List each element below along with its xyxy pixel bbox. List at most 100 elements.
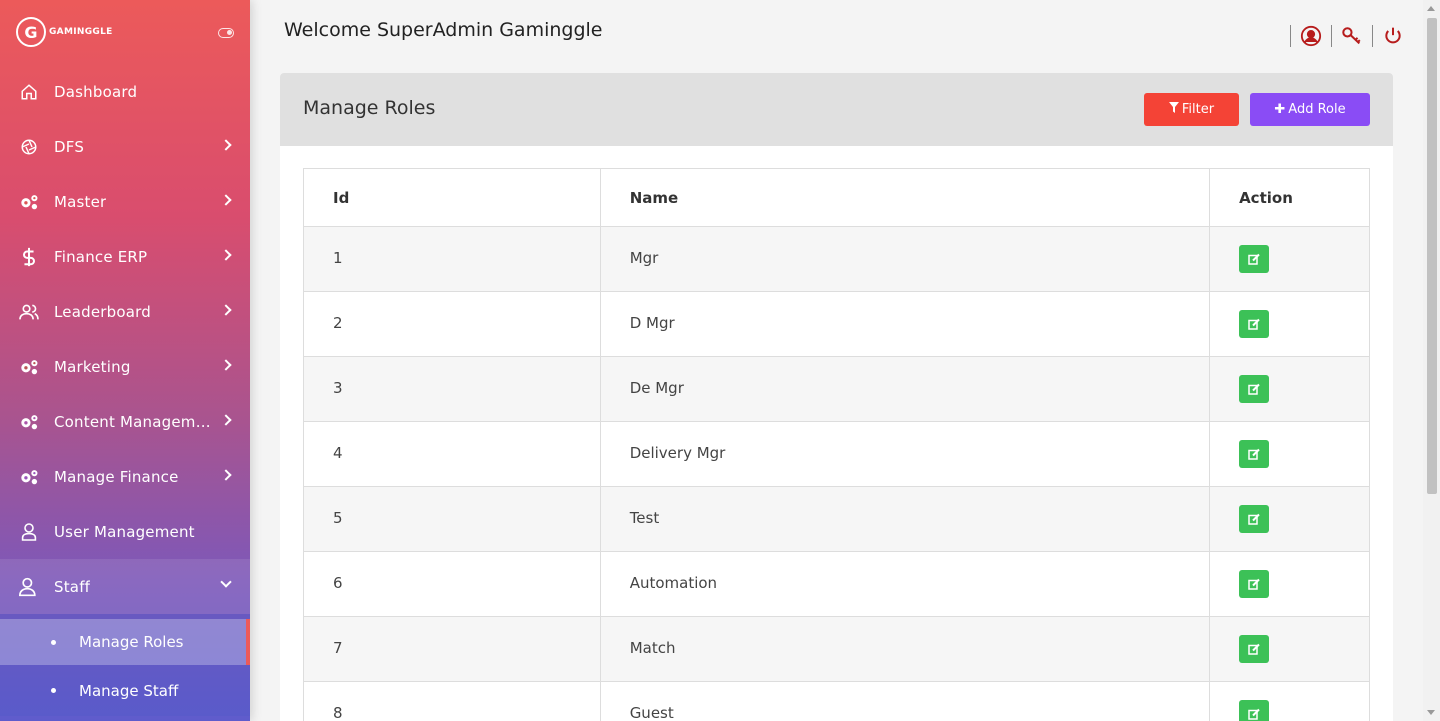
chevron-right-icon xyxy=(220,359,232,371)
table-row: 3 De Mgr xyxy=(303,356,1370,422)
cell-action xyxy=(1209,486,1370,552)
edit-button[interactable] xyxy=(1239,570,1270,598)
users-icon xyxy=(19,302,39,322)
cell-name: Mgr xyxy=(599,226,1211,292)
filter-icon xyxy=(1168,102,1179,117)
edit-icon xyxy=(1248,253,1260,265)
sidebar-item-label: Manage Finance xyxy=(54,467,179,486)
gears-icon xyxy=(19,192,39,212)
user-icon xyxy=(19,577,39,597)
sidebar: G GAMINGGLE Dashboard DFS Master Finance… xyxy=(0,0,250,721)
cell-name: Match xyxy=(599,616,1211,682)
plus-icon: ✚ xyxy=(1274,102,1286,117)
cell-action xyxy=(1209,356,1370,422)
sidebar-item-label: Master xyxy=(54,192,107,211)
add-role-button[interactable]: ✚ Add Role xyxy=(1250,93,1370,126)
cell-name: Automation xyxy=(599,551,1211,617)
gears-icon xyxy=(19,357,39,377)
sidebar-item-label: Staff xyxy=(54,577,91,596)
sidebar-item-label: User Management xyxy=(54,522,195,541)
sidebar-subitem-manage-roles[interactable]: Manage Roles xyxy=(0,619,250,665)
dollar-icon xyxy=(19,247,39,267)
table-row: 2 D Mgr xyxy=(303,291,1370,357)
cell-action xyxy=(1209,291,1370,357)
cell-name: D Mgr xyxy=(599,291,1211,357)
sidebar-item-label: Content Management xyxy=(54,412,219,431)
edit-icon xyxy=(1248,383,1260,395)
cell-id: 3 xyxy=(303,356,601,422)
cell-id: 4 xyxy=(303,421,601,487)
sidebar-item-label: Dashboard xyxy=(54,82,138,101)
power-icon[interactable] xyxy=(1382,25,1404,47)
header-actions xyxy=(1290,25,1413,47)
sidebar-item-leaderboard[interactable]: Leaderboard xyxy=(0,284,250,339)
edit-button[interactable] xyxy=(1239,310,1270,338)
cell-id: 1 xyxy=(303,226,601,292)
staff-submenu: Manage Roles Manage Staff xyxy=(0,614,250,716)
edit-button[interactable] xyxy=(1239,700,1270,721)
sidebar-item-label: Finance ERP xyxy=(54,247,148,266)
add-role-label: Add Role xyxy=(1288,102,1346,117)
sidebar-item-dfs[interactable]: DFS xyxy=(0,119,250,174)
divider xyxy=(1372,25,1373,47)
edit-button[interactable] xyxy=(1239,245,1270,273)
cell-action xyxy=(1209,616,1370,682)
edit-button[interactable] xyxy=(1239,635,1270,663)
brand-name: GAMINGGLE xyxy=(49,27,113,37)
key-icon[interactable] xyxy=(1341,25,1363,47)
edit-button[interactable] xyxy=(1239,440,1270,468)
cell-name: Guest xyxy=(599,681,1211,721)
chevron-right-icon xyxy=(220,469,232,481)
profile-icon[interactable] xyxy=(1300,25,1322,47)
table-row: 4 Delivery Mgr xyxy=(303,421,1370,487)
table-row: 5 Test xyxy=(303,486,1370,552)
page-scrollbar[interactable] xyxy=(1423,0,1440,721)
cell-id: 8 xyxy=(303,681,601,721)
bullet-icon xyxy=(51,688,56,693)
aperture-icon xyxy=(19,137,39,157)
edit-icon xyxy=(1248,513,1260,525)
scroll-up-icon[interactable] xyxy=(1427,6,1435,11)
manage-roles-panel: Manage Roles Filter ✚ Add Role Id Name A… xyxy=(280,73,1393,721)
home-icon xyxy=(19,82,39,102)
edit-button[interactable] xyxy=(1239,505,1270,533)
sidebar-item-staff[interactable]: Staff xyxy=(0,559,250,614)
sidebar-item-content-management[interactable]: Content Management xyxy=(0,394,250,449)
filter-button[interactable]: Filter xyxy=(1144,93,1239,126)
chevron-right-icon xyxy=(220,194,232,206)
page-title: Manage Roles xyxy=(303,97,436,119)
logo-icon: G xyxy=(16,17,46,47)
scroll-down-icon[interactable] xyxy=(1427,710,1435,715)
chevron-right-icon xyxy=(220,414,232,426)
column-header-name[interactable]: Name xyxy=(599,168,1211,227)
chevron-right-icon xyxy=(220,304,232,316)
table-row: 8 Guest xyxy=(303,681,1370,721)
cell-action xyxy=(1209,551,1370,617)
cell-action xyxy=(1209,226,1370,292)
sidebar-subitem-label: Manage Roles xyxy=(79,633,184,651)
chevron-down-icon xyxy=(220,576,232,588)
cell-id: 6 xyxy=(303,551,601,617)
gears-icon xyxy=(19,412,39,432)
cell-name: Delivery Mgr xyxy=(599,421,1211,487)
sidebar-toggle-icon[interactable] xyxy=(218,28,234,38)
sidebar-subitem-manage-staff[interactable]: Manage Staff xyxy=(0,665,250,716)
cell-id: 2 xyxy=(303,291,601,357)
sidebar-item-label: Marketing xyxy=(54,357,131,376)
sidebar-item-manage-finance[interactable]: Manage Finance xyxy=(0,449,250,504)
edit-button[interactable] xyxy=(1239,375,1270,403)
column-header-id[interactable]: Id xyxy=(303,168,601,227)
sidebar-item-master[interactable]: Master xyxy=(0,174,250,229)
edit-icon xyxy=(1248,578,1260,590)
gears-icon xyxy=(19,467,39,487)
sidebar-item-finance-erp[interactable]: Finance ERP xyxy=(0,229,250,284)
panel-header: Manage Roles Filter ✚ Add Role xyxy=(280,73,1393,146)
sidebar-item-user-management[interactable]: User Management xyxy=(0,504,250,559)
cell-name: De Mgr xyxy=(599,356,1211,422)
brand[interactable]: G GAMINGGLE xyxy=(0,0,250,64)
table-row: 6 Automation xyxy=(303,551,1370,617)
scroll-thumb[interactable] xyxy=(1427,18,1437,494)
sidebar-item-dashboard[interactable]: Dashboard xyxy=(0,64,250,119)
table-row: 7 Match xyxy=(303,616,1370,682)
sidebar-item-marketing[interactable]: Marketing xyxy=(0,339,250,394)
